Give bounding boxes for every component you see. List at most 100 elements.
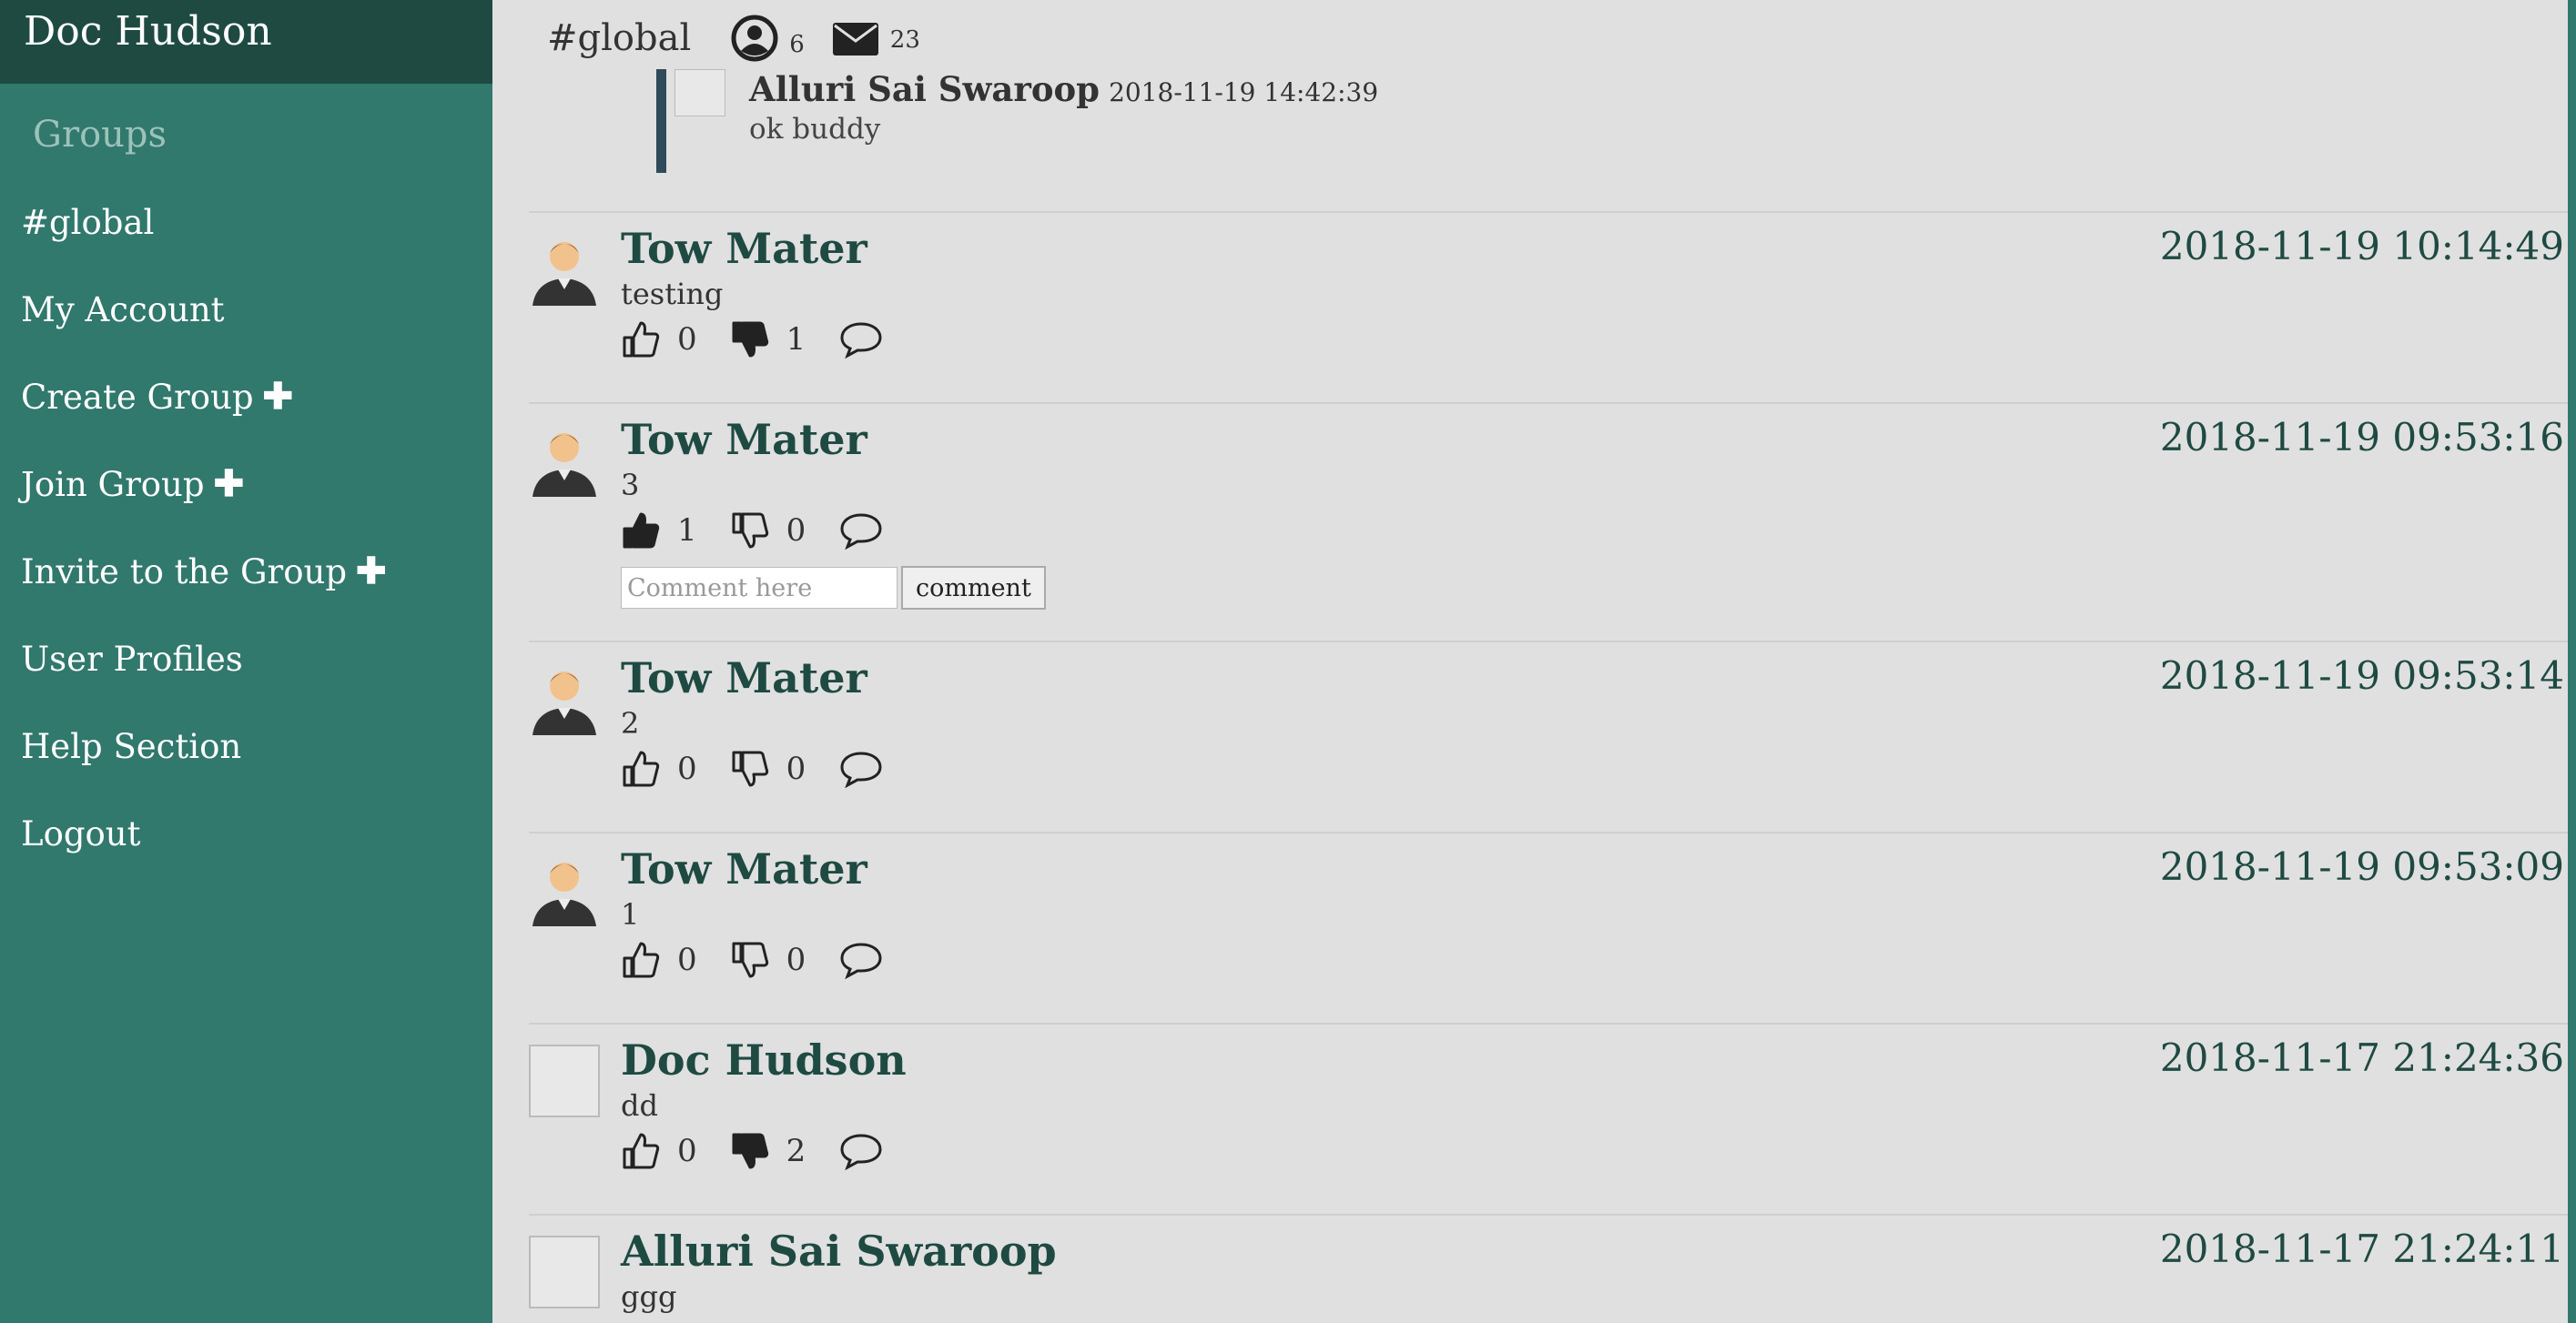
thumbs-up-icon (623, 512, 660, 549)
post: Alluri Sai Swaroop 2018-11-17 21:24:11 g… (529, 1214, 2568, 1323)
post-author[interactable]: Tow Mater (621, 224, 867, 273)
thumbs-down-icon (732, 321, 768, 358)
plus-icon: ✚ (213, 462, 245, 505)
avatar[interactable] (529, 662, 600, 735)
members-count: 6 (789, 31, 805, 58)
dislike-count: 0 (786, 751, 806, 787)
sidebar-item-my-account[interactable]: My Account (0, 266, 492, 353)
dislike-count: 2 (786, 1133, 806, 1169)
envelope-icon (832, 23, 878, 56)
broken-image-icon[interactable] (529, 1236, 600, 1308)
dislike-count: 0 (786, 512, 806, 549)
like-button[interactable]: 0 (621, 319, 730, 359)
thumbs-down-icon (732, 751, 768, 787)
like-count: 0 (677, 321, 697, 358)
sidebar-item-label: Help Section (21, 726, 242, 766)
like-button[interactable]: 1 (621, 510, 730, 550)
messages-stat[interactable]: 23 (832, 19, 920, 57)
sidebar-item-label: User Profiles (21, 639, 243, 679)
post-time: 2018-11-19 09:53:16 (2159, 415, 2564, 460)
like-count: 0 (677, 751, 697, 787)
sidebar-item-create-group[interactable]: Create Group ✚ (0, 353, 492, 440)
sidebar-item-user-profiles[interactable]: User Profiles (0, 615, 492, 702)
sidebar-item-invite-to-group[interactable]: Invite to the Group ✚ (0, 528, 492, 615)
post-author[interactable]: Tow Mater (621, 415, 867, 464)
broken-image-icon[interactable] (529, 1045, 600, 1117)
sidebar-nav: #global My Account Create Group ✚ Join Gr… (0, 178, 492, 877)
like-count: 0 (677, 1133, 697, 1169)
dislike-button[interactable]: 1 (730, 319, 839, 359)
comment-form: comment (621, 566, 1046, 610)
avatar[interactable] (529, 853, 600, 926)
quoted-author-name: Alluri Sai Swaroop (749, 69, 1100, 109)
sidebar-item-label: My Account (21, 289, 225, 329)
quoted-reply: Alluri Sai Swaroop 2018-11-19 14:42:39 ok… (656, 69, 2022, 175)
thumbs-up-icon (623, 1133, 660, 1169)
sidebar-item-global[interactable]: #global (0, 178, 492, 266)
quoted-author: Alluri Sai Swaroop 2018-11-19 14:42:39 (749, 69, 1378, 109)
speech-bubble-icon (840, 752, 882, 789)
user-circle-icon (731, 15, 778, 62)
group-title: #global (547, 17, 692, 59)
like-count: 0 (677, 942, 697, 978)
dislike-count: 1 (786, 321, 806, 358)
comment-toggle-button[interactable] (838, 510, 884, 550)
thumbs-up-icon (623, 942, 660, 978)
like-button[interactable]: 0 (621, 1131, 730, 1171)
like-count: 1 (677, 512, 697, 549)
dislike-button[interactable]: 0 (730, 749, 839, 789)
post: Tow Mater 2018-11-19 09:53:16 3 1 0 comm… (529, 402, 2568, 642)
dislike-button[interactable]: 0 (730, 940, 839, 980)
comment-toggle-button[interactable] (838, 1131, 884, 1171)
post-author[interactable]: Tow Mater (621, 844, 867, 894)
post-author[interactable]: Alluri Sai Swaroop (621, 1227, 1057, 1276)
thumbs-down-icon (732, 512, 768, 549)
thumbs-down-icon (732, 942, 768, 978)
post-time: 2018-11-19 09:53:09 (2159, 844, 2564, 889)
speech-bubble-icon (840, 513, 882, 550)
speech-bubble-icon (840, 1134, 882, 1171)
avatar[interactable] (529, 233, 600, 306)
comment-submit-button[interactable]: comment (901, 566, 1046, 610)
post-content: 2 (621, 706, 640, 741)
comment-input[interactable] (621, 567, 898, 609)
thumbs-up-icon (623, 751, 660, 787)
dislike-button[interactable]: 2 (730, 1131, 839, 1171)
scrollbar[interactable] (2568, 0, 2576, 1323)
quoted-text: ok buddy (749, 113, 881, 146)
comment-toggle-button[interactable] (838, 319, 884, 359)
sidebar-item-logout[interactable]: Logout (0, 790, 492, 877)
post-time: 2018-11-19 09:53:14 (2159, 653, 2564, 698)
messages-count: 23 (889, 26, 920, 54)
broken-image-icon (674, 69, 725, 116)
thumbs-down-icon (732, 1133, 768, 1169)
post-actions: 0 2 (621, 1126, 884, 1176)
sidebar-item-label: Invite to the Group (21, 551, 348, 591)
post-content: 1 (621, 897, 640, 932)
post: Tow Mater 2018-11-19 10:14:49 testing 0 … (529, 211, 2568, 402)
sidebar-item-label: Join Group (21, 464, 205, 504)
post-actions: 0 0 (621, 935, 884, 985)
sidebar-item-label: Create Group (21, 377, 254, 417)
like-button[interactable]: 0 (621, 940, 730, 980)
post-author[interactable]: Doc Hudson (621, 1035, 907, 1085)
sidebar-item-label: #global (21, 202, 155, 242)
speech-bubble-icon (840, 322, 882, 359)
main-feed: #global 6 23 Alluri Sai Swaroop 2018-11-1… (492, 0, 2568, 1323)
post-content: testing (621, 277, 724, 311)
comment-toggle-button[interactable] (838, 749, 884, 789)
groups-label: Groups (33, 114, 167, 156)
quoted-time: 2018-11-19 14:42:39 (1109, 77, 1379, 107)
avatar[interactable] (529, 424, 600, 497)
post: Tow Mater 2018-11-19 09:53:09 1 0 0 (529, 832, 2568, 1023)
sidebar-item-join-group[interactable]: Join Group ✚ (0, 440, 492, 528)
post-content: dd (621, 1088, 658, 1123)
comment-toggle-button[interactable] (838, 940, 884, 980)
post-author[interactable]: Tow Mater (621, 653, 867, 702)
dislike-count: 0 (786, 942, 806, 978)
thumbs-up-icon (623, 321, 660, 358)
members-stat[interactable]: 6 (731, 15, 805, 62)
like-button[interactable]: 0 (621, 749, 730, 789)
dislike-button[interactable]: 0 (730, 510, 839, 550)
sidebar-item-help-section[interactable]: Help Section (0, 702, 492, 790)
